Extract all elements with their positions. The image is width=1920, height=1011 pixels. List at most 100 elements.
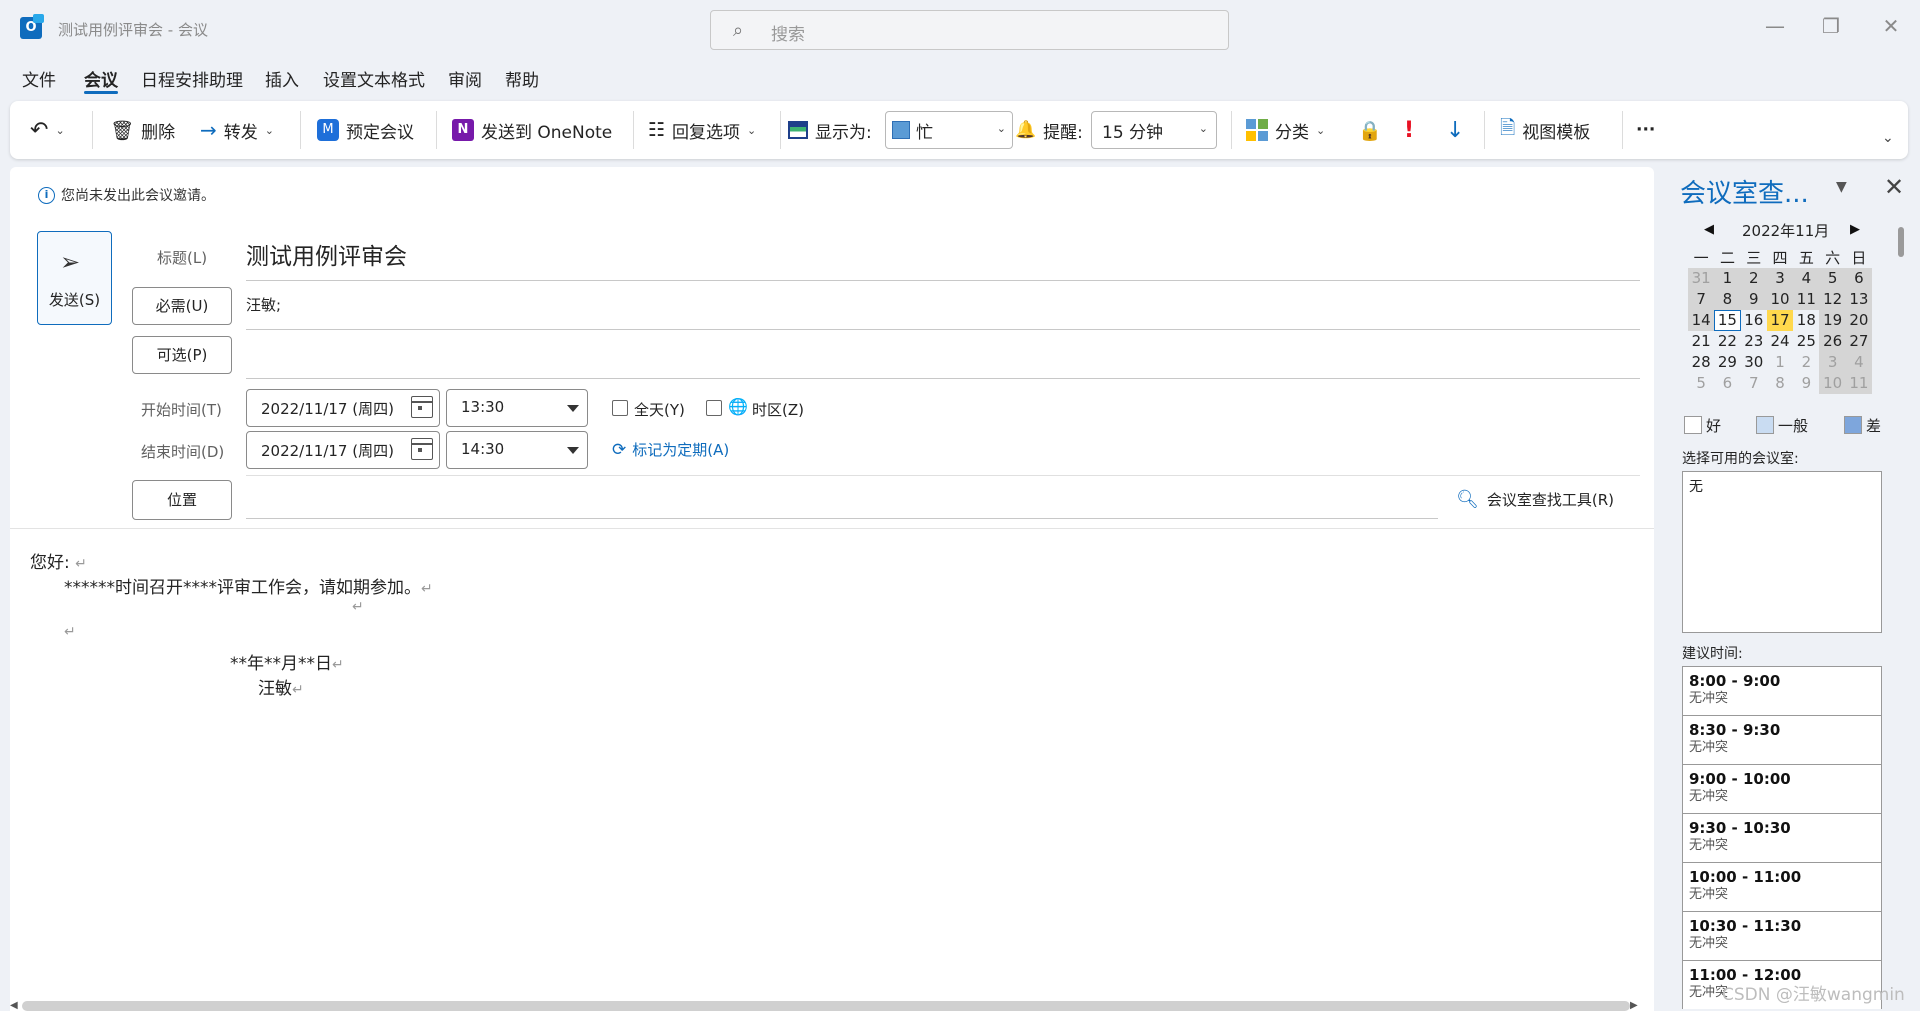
calendar-day[interactable]: 16 <box>1741 310 1767 331</box>
forward-button[interactable]: → 转发 ⌄ <box>200 115 274 145</box>
calendar-day-today[interactable]: 15 <box>1714 310 1741 331</box>
calendar-day[interactable]: 6 <box>1714 373 1740 394</box>
undo-button[interactable]: ↶ ⌄ <box>30 115 65 145</box>
pane-options-icon[interactable]: ▼ <box>1836 179 1847 195</box>
collapse-ribbon-button[interactable]: ⌄ <box>1882 123 1894 153</box>
start-time-dropdown[interactable]: 13:30 <box>446 389 588 427</box>
room-finder-button[interactable]: 🔍︎ 会议室查找工具(R) <box>1456 489 1614 510</box>
calendar-day[interactable]: 9 <box>1740 289 1767 310</box>
tab-file[interactable]: 文件 <box>22 66 56 91</box>
calendar-day[interactable]: 5 <box>1688 373 1714 394</box>
calendar-day[interactable]: 12 <box>1819 289 1846 310</box>
calendar-day[interactable]: 6 <box>1845 268 1873 289</box>
calendar-day[interactable]: 26 <box>1819 331 1846 352</box>
start-date-field[interactable]: 2022/11/17 (周四) <box>246 389 440 427</box>
low-importance-button[interactable]: ↓ <box>1446 115 1464 145</box>
suggested-time-item[interactable]: 9:00 - 10:00 无冲突 <box>1682 764 1882 813</box>
calendar-day[interactable]: 13 <box>1845 289 1873 310</box>
prev-month-button[interactable]: ◀ <box>1704 222 1714 237</box>
make-recurring-link[interactable]: ⟳ 标记为定期(A) <box>612 439 729 460</box>
calendar-day[interactable]: 10 <box>1819 373 1846 394</box>
calendar-day[interactable]: 4 <box>1793 268 1820 289</box>
body-signature[interactable]: 汪敏↵ <box>258 674 304 699</box>
suggested-time-item[interactable]: 8:30 - 9:30 无冲突 <box>1682 715 1882 764</box>
more-options-button[interactable]: ··· <box>1636 115 1655 145</box>
search-box[interactable]: ⌕ 搜索 <box>710 10 1229 50</box>
show-as-dropdown[interactable]: 忙 ⌄ <box>885 111 1013 149</box>
calendar-day[interactable]: 4 <box>1845 352 1873 373</box>
tab-help[interactable]: 帮助 <box>505 66 539 91</box>
teams-meeting-button[interactable]: M 预定会议 <box>317 115 414 145</box>
calendar-day[interactable]: 8 <box>1714 289 1741 310</box>
private-button[interactable]: 🔒 <box>1358 115 1382 145</box>
restore-button[interactable]: ❐ <box>1816 14 1846 38</box>
calendar-day[interactable]: 3 <box>1766 268 1794 289</box>
all-day-checkbox[interactable] <box>612 400 628 416</box>
body-line-1[interactable]: ******时间召开****评审工作会，请如期参加。↵ <box>64 573 433 598</box>
suggested-time-item[interactable]: 8:00 - 9:00 无冲突 <box>1682 666 1882 715</box>
calendar-day[interactable]: 22 <box>1714 331 1740 352</box>
minimize-button[interactable]: — <box>1760 14 1790 38</box>
calendar-day[interactable]: 1 <box>1767 352 1793 373</box>
calendar-day[interactable]: 23 <box>1741 331 1767 352</box>
calendar-day[interactable]: 21 <box>1688 331 1714 352</box>
body-date-line[interactable]: **年**月**日↵ <box>230 649 344 674</box>
available-rooms-list[interactable]: 无 <box>1682 471 1882 633</box>
calendar-day[interactable]: 9 <box>1793 373 1819 394</box>
tab-review[interactable]: 审阅 <box>448 66 482 91</box>
required-attendees-field[interactable]: 汪敏; <box>246 294 281 315</box>
subject-field[interactable]: 测试用例评审会 <box>246 237 407 271</box>
tab-scheduling-assistant[interactable]: 日程安排助理 <box>141 66 243 91</box>
calendar-day[interactable]: 3 <box>1819 352 1846 373</box>
send-button[interactable]: ➢ 发送(S) <box>37 231 112 325</box>
calendar-day[interactable]: 14 <box>1688 310 1715 331</box>
next-month-button[interactable]: ▶ <box>1850 222 1860 237</box>
scroll-right-icon[interactable]: ▶ <box>1630 1000 1638 1011</box>
calendar-day[interactable]: 2 <box>1740 268 1767 289</box>
delete-button[interactable]: 🗑 删除 <box>110 115 175 145</box>
calendar-day[interactable]: 25 <box>1793 331 1819 352</box>
pane-scrollbar[interactable] <box>1898 227 1904 257</box>
optional-button[interactable]: 可选(P) <box>132 336 232 374</box>
horizontal-scrollbar[interactable] <box>22 1001 1630 1011</box>
view-templates-button[interactable]: 🗎 视图模板 <box>1500 115 1590 145</box>
tab-meeting[interactable]: 会议 <box>84 66 118 91</box>
calendar-day[interactable]: 8 <box>1767 373 1793 394</box>
response-options-button[interactable]: ☷ 回复选项 ⌄ <box>648 115 756 145</box>
end-date-field[interactable]: 2022/11/17 (周四) <box>246 431 440 469</box>
end-time-dropdown[interactable]: 14:30 <box>446 431 588 469</box>
time-zone-checkbox[interactable] <box>706 400 722 416</box>
reminder-dropdown[interactable]: 15 分钟 ⌄ <box>1091 111 1217 149</box>
calendar-day[interactable]: 11 <box>1793 289 1820 310</box>
scroll-left-icon[interactable]: ◀ <box>10 1000 18 1011</box>
calendar-day-selected[interactable]: 17 <box>1766 310 1794 331</box>
calendar-day[interactable]: 27 <box>1845 331 1873 352</box>
calendar-day[interactable]: 29 <box>1714 352 1740 373</box>
calendar-day[interactable]: 5 <box>1819 268 1846 289</box>
pane-close-button[interactable]: ✕ <box>1884 173 1904 201</box>
calendar-day[interactable]: 7 <box>1688 289 1715 310</box>
high-importance-button[interactable]: ! <box>1404 115 1414 145</box>
calendar-day[interactable]: 10 <box>1766 289 1794 310</box>
close-window-button[interactable]: ✕ <box>1876 14 1906 38</box>
location-button[interactable]: 位置 <box>132 480 232 520</box>
calendar-day[interactable]: 31 <box>1688 268 1715 289</box>
calendar-day[interactable]: 7 <box>1741 373 1767 394</box>
suggested-time-item[interactable]: 10:00 - 11:00 无冲突 <box>1682 862 1882 911</box>
categorize-button[interactable]: 分类 ⌄ <box>1246 115 1325 145</box>
suggested-time-item[interactable]: 10:30 - 11:30 无冲突 <box>1682 911 1882 960</box>
suggested-time-item[interactable]: 9:30 - 10:30 无冲突 <box>1682 813 1882 862</box>
tab-format-text[interactable]: 设置文本格式 <box>323 66 425 91</box>
calendar-day[interactable]: 2 <box>1793 352 1819 373</box>
body-greeting[interactable]: 您好: ↵ <box>30 548 87 573</box>
calendar-day[interactable]: 18 <box>1793 310 1819 331</box>
calendar-day[interactable]: 24 <box>1767 331 1793 352</box>
calendar-day[interactable]: 28 <box>1688 352 1714 373</box>
calendar-day[interactable]: 30 <box>1741 352 1767 373</box>
required-button[interactable]: 必需(U) <box>132 287 232 325</box>
calendar-day[interactable]: 1 <box>1714 268 1741 289</box>
calendar-day[interactable]: 11 <box>1845 373 1873 394</box>
calendar-day[interactable]: 19 <box>1819 310 1846 331</box>
calendar-day[interactable]: 20 <box>1845 310 1873 331</box>
tab-insert[interactable]: 插入 <box>265 66 299 91</box>
